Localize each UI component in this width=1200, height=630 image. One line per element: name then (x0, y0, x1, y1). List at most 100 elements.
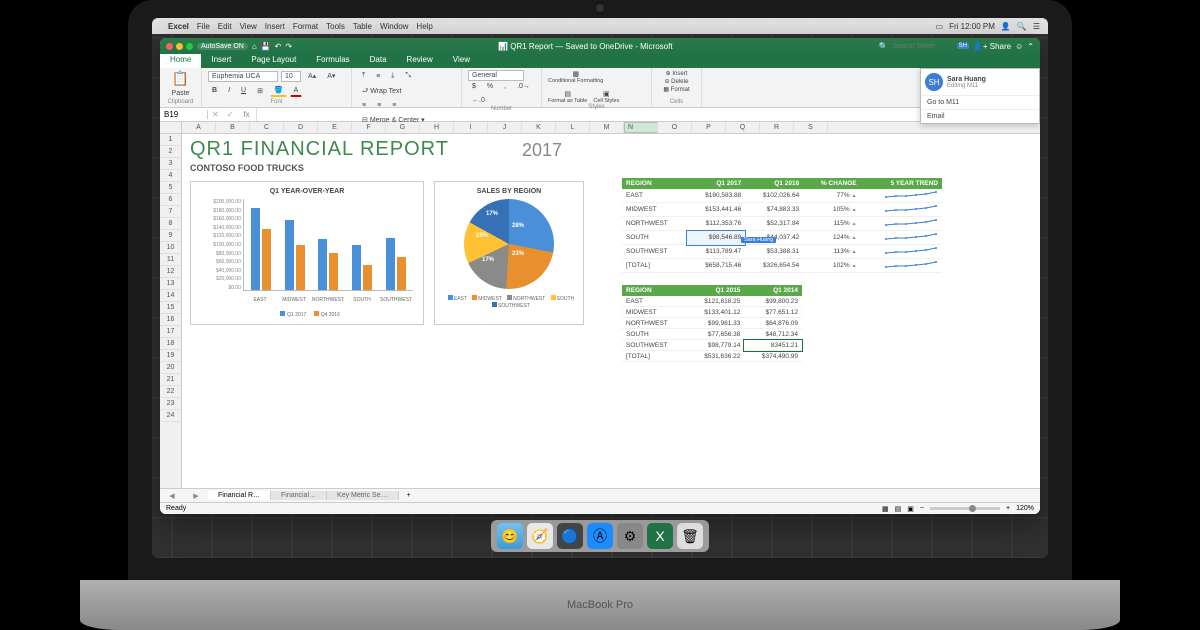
tab-insert[interactable]: Insert (201, 54, 241, 68)
align-right-icon[interactable]: ≡ (388, 100, 400, 111)
menu-file[interactable]: File (197, 22, 210, 31)
table-row[interactable]: [TOTAL]$531,636.22$374,490.99 (622, 351, 802, 362)
tab-page-layout[interactable]: Page Layout (241, 54, 306, 68)
minimize-icon[interactable] (176, 43, 183, 50)
autosave-toggle[interactable]: AutoSave ON (197, 43, 248, 50)
col-C[interactable]: C (250, 122, 284, 133)
table-row[interactable]: EAST$180,583.88$102,026.6477% (622, 189, 942, 203)
font-color-button[interactable]: A (290, 85, 303, 97)
row-18[interactable]: 18 (160, 338, 181, 350)
row-6[interactable]: 6 (160, 194, 181, 206)
row-9[interactable]: 9 (160, 230, 181, 242)
align-center-icon[interactable]: ≡ (373, 100, 385, 111)
format-as-table-button[interactable]: ▤Format as Table (548, 90, 587, 104)
col-N[interactable]: N (624, 122, 658, 133)
menu-insert[interactable]: Insert (265, 22, 285, 31)
row-2[interactable]: 2 (160, 146, 181, 158)
pie-chart[interactable]: SALES BY REGION 28% 23% 17% 15% 17% EAST (434, 181, 584, 325)
row-22[interactable]: 22 (160, 386, 181, 398)
tab-review[interactable]: Review (397, 54, 443, 68)
dock-finder-icon[interactable]: 😊 (497, 523, 523, 549)
align-middle-icon[interactable]: ≡ (372, 71, 384, 82)
menu-help[interactable]: Help (416, 22, 432, 31)
row-12[interactable]: 12 (160, 266, 181, 278)
search-input[interactable] (893, 43, 953, 50)
italic-button[interactable]: I (224, 85, 234, 96)
align-bottom-icon[interactable]: ⤓ (387, 70, 398, 82)
wrap-text-button[interactable]: ⮐ Wrap Text (358, 85, 406, 100)
sheet-content[interactable]: QR1 FINANCIAL REPORT 2017 CONTOSO FOOD T… (182, 134, 1040, 488)
sheet-nav-next-icon[interactable]: ▶ (184, 492, 208, 500)
row-4[interactable]: 4 (160, 170, 181, 182)
row-16[interactable]: 16 (160, 314, 181, 326)
row-11[interactable]: 11 (160, 254, 181, 266)
orientation-icon[interactable]: ⤡ (401, 70, 415, 82)
close-icon[interactable] (166, 43, 173, 50)
underline-button[interactable]: U (237, 85, 250, 96)
row-3[interactable]: 3 (160, 158, 181, 170)
table-row[interactable]: NORTHWEST$112,353.76$52,317.84115% (622, 217, 942, 231)
bold-button[interactable]: B (208, 85, 221, 96)
table-row[interactable]: MIDWEST$153,441.46$74,883.33105% (622, 203, 942, 217)
share-button[interactable]: 👤+ Share (973, 42, 1011, 51)
cancel-icon[interactable]: ✕ (208, 110, 223, 119)
border-button[interactable]: ⊞ (253, 85, 267, 97)
row-10[interactable]: 10 (160, 242, 181, 254)
col-I[interactable]: I (454, 122, 488, 133)
font-select[interactable]: Euphemia UCA (208, 71, 278, 82)
conditional-formatting-button[interactable]: ▦Conditional Formatting (548, 70, 603, 84)
currency-icon[interactable]: $ (468, 81, 480, 92)
col-K[interactable]: K (522, 122, 556, 133)
align-left-icon[interactable]: ≡ (358, 100, 370, 111)
row-7[interactable]: 7 (160, 206, 181, 218)
menu-table[interactable]: Table (353, 22, 372, 31)
table-row[interactable]: EAST$121,818.25$99,800.23 (622, 296, 802, 307)
zoom-out-icon[interactable]: − (920, 505, 924, 512)
tab-formulas[interactable]: Formulas (306, 54, 359, 68)
col-R[interactable]: R (760, 122, 794, 133)
row-23[interactable]: 23 (160, 398, 181, 410)
percent-icon[interactable]: % (483, 81, 497, 92)
col-S[interactable]: S (794, 122, 828, 133)
decrease-font-icon[interactable]: A▾ (323, 70, 339, 82)
table-row[interactable]: SOUTHWEST$113,789.47$53,388.31113% (622, 245, 942, 259)
col-Q[interactable]: Q (726, 122, 760, 133)
fx-icon[interactable]: fx (237, 110, 255, 119)
menu-window[interactable]: Window (380, 22, 408, 31)
menu-view[interactable]: View (240, 22, 257, 31)
row-8[interactable]: 8 (160, 218, 181, 230)
save-icon[interactable]: 💾 (261, 42, 271, 51)
tab-data[interactable]: Data (360, 54, 397, 68)
table-trend[interactable]: REGION Q1 2017 Q1 2016 % CHANGE 5 YEAR T… (622, 178, 942, 273)
col-A[interactable]: A (182, 122, 216, 133)
table-history[interactable]: REGION Q1 2015 Q1 2014 EAST$121,818.25$9… (622, 285, 802, 362)
emoji-icon[interactable]: ☺ (1015, 42, 1023, 51)
view-normal-icon[interactable]: ▦ (882, 505, 889, 513)
bar-chart[interactable]: Q1 YEAR-OVER-YEAR $200,000.00$180,000.00… (190, 181, 424, 325)
increase-font-icon[interactable]: A▴ (304, 70, 320, 82)
sheet-tab[interactable]: Financial… (271, 491, 327, 500)
table-row[interactable]: [TOTAL]$658,715.46$326,654.54102% (622, 259, 942, 273)
fill-color-button[interactable]: 🪣 (270, 84, 287, 97)
col-B[interactable]: B (216, 122, 250, 133)
menu-format[interactable]: Format (293, 22, 318, 31)
goto-cell-button[interactable]: Go to M11 (921, 95, 1039, 109)
zoom-level[interactable]: 120% (1016, 505, 1034, 512)
dock-settings-icon[interactable]: ⚙ (617, 523, 643, 549)
delete-cells-button[interactable]: ⊖ Delete (664, 78, 688, 85)
home-icon[interactable]: ⌂ (252, 42, 257, 51)
name-box[interactable]: B19 (160, 110, 208, 119)
decrease-decimal-icon[interactable]: ←.0 (468, 95, 489, 106)
table-row[interactable]: NORTHWEST$99,981.33$64,876.09 (622, 318, 802, 329)
tab-view[interactable]: View (443, 54, 480, 68)
row-20[interactable]: 20 (160, 362, 181, 374)
col-E[interactable]: E (318, 122, 352, 133)
user-badge[interactable]: SH (957, 43, 969, 49)
undo-icon[interactable]: ↶ (275, 42, 282, 51)
row-13[interactable]: 13 (160, 278, 181, 290)
font-size-select[interactable]: 10 (281, 71, 301, 82)
sheet-nav-prev-icon[interactable]: ◀ (160, 492, 184, 500)
zoom-in-icon[interactable]: + (1006, 505, 1010, 512)
chevron-icon[interactable]: ⌃ (1027, 42, 1034, 51)
table-row[interactable]: SOUTH$98,546.89$44,037.42124% (622, 231, 942, 245)
